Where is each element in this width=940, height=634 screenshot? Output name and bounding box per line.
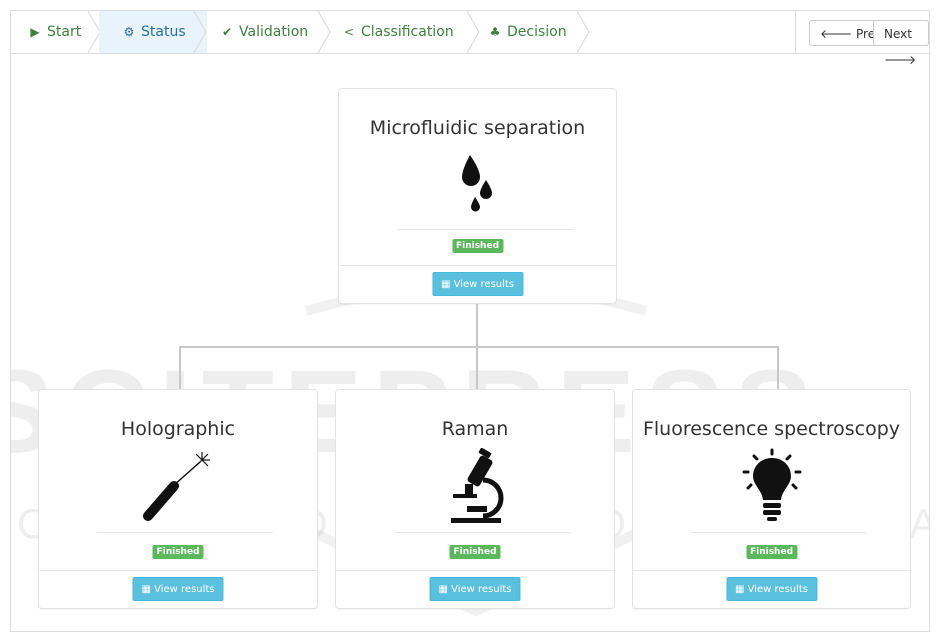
card-divider (397, 229, 573, 230)
step-start-label: Start (47, 24, 82, 40)
lightbulb-icon (742, 448, 801, 521)
step-classification-label: Classification (361, 24, 454, 40)
table-icon: ▦ (734, 584, 745, 595)
view-results-button[interactable]: ▦ View results (725, 577, 818, 601)
card-title: Microfluidic separation (369, 117, 586, 139)
wizard-bar: ▶ Start ⚙ Status ✔ Validation < Classificati… (11, 11, 929, 67)
step-divider (317, 11, 331, 53)
table-icon: ▦ (141, 584, 151, 595)
step-validation[interactable]: ✔ Validation (209, 11, 319, 53)
step-divider (576, 11, 590, 53)
step-divider (193, 11, 207, 53)
card-footer: ▦ View results (39, 570, 317, 609)
card-divider (394, 532, 570, 533)
step-classification[interactable]: < Classification (331, 11, 471, 53)
check-circle-icon: ✔ (221, 25, 233, 39)
arrow-right-icon: 🡒 (884, 53, 917, 67)
view-results-label: View results (453, 279, 515, 290)
view-results-label: View results (451, 584, 512, 595)
microscope-icon (451, 448, 504, 523)
card-microfluidic-separation: Microfluidic separation Finished ▦ View … (338, 88, 617, 304)
status-badge: Finished (451, 239, 504, 253)
tree-connector (476, 303, 478, 347)
status-badge: Finished (449, 545, 501, 559)
card-divider (691, 532, 867, 533)
card-footer: ▦ View results (633, 570, 910, 609)
tree-connector (476, 346, 478, 390)
table-icon: ▦ (438, 584, 448, 595)
view-results-label: View results (747, 584, 809, 595)
droplets-icon (461, 155, 492, 212)
status-badge: Finished (152, 545, 204, 559)
status-badge: Finished (745, 545, 798, 559)
card-holographic: Holographic Finished ▦ View results (38, 389, 318, 609)
play-circle-icon: ▶ (30, 25, 40, 39)
view-results-label: View results (154, 584, 215, 595)
step-validation-label: Validation (239, 24, 309, 40)
card-title: Holographic (120, 418, 236, 440)
next-label: Next (884, 27, 912, 41)
card-fluorescence-spectroscopy: Fluorescence spectroscopy Finished ▦ Vie… (632, 389, 911, 609)
view-results-button[interactable]: ▦ View results (431, 272, 524, 296)
card-divider (97, 532, 273, 533)
step-status[interactable]: ⚙ Status (99, 11, 207, 53)
cogs-icon: ⚙ (123, 25, 135, 39)
step-status-label: Status (141, 24, 186, 40)
card-footer: ▦ View results (339, 265, 616, 304)
table-icon: ▦ (440, 279, 451, 290)
tree-connector (179, 346, 181, 390)
view-results-button[interactable]: ▦ View results (132, 577, 224, 601)
card-title: Raman (441, 418, 509, 440)
app-frame: ▶ Start ⚙ Status ✔ Validation < Classificati… (10, 10, 930, 632)
arrow-left-icon: 🡐 (820, 27, 853, 41)
step-decision-label: Decision (507, 24, 567, 40)
next-button[interactable]: Next 🡒 (873, 20, 929, 67)
tree-connector (179, 346, 779, 348)
view-results-button[interactable]: ▦ View results (429, 577, 521, 601)
card-footer: ▦ View results (336, 570, 614, 609)
card-title: Fluorescence spectroscopy (642, 418, 901, 440)
share-icon: < (343, 25, 355, 39)
card-raman: Raman Finished ▦ View results (335, 389, 615, 609)
sitemap-icon: ♣ (489, 25, 501, 39)
tree-connector (777, 346, 779, 390)
step-decision[interactable]: ♣ Decision (477, 11, 589, 53)
laser-pointer-icon (143, 452, 210, 521)
nav-divider (795, 11, 796, 53)
